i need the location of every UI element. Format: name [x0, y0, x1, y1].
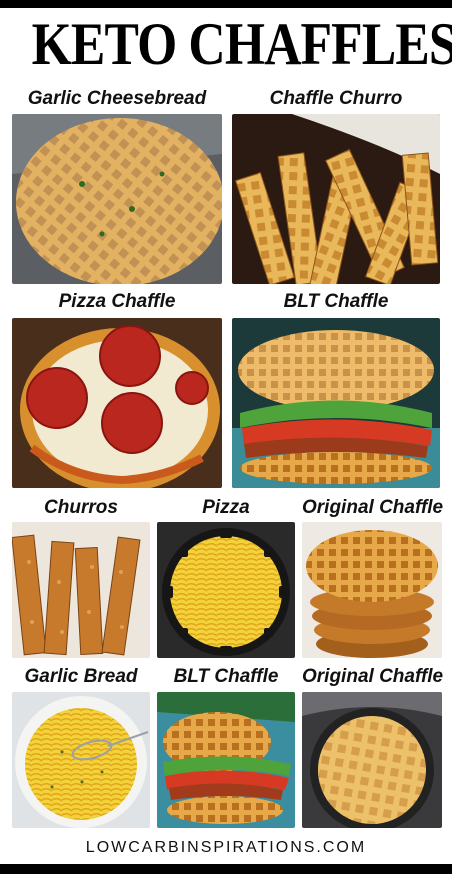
caption-original-chaffle-2: Original Chaffle [302, 666, 444, 687]
caption-garlic-cheesebread: Garlic Cheesebread [27, 88, 207, 109]
photo-blt-chaffle-2 [157, 692, 295, 828]
caption-blt-chaffle: BLT Chaffle [283, 291, 389, 312]
caption-churros: Churros [44, 497, 118, 518]
photo-garlic-cheesebread [12, 114, 222, 284]
photo-pizza-chaffle [12, 318, 222, 488]
photo-original-chaffle-stack [302, 522, 442, 658]
page-title: KETO CHAFFLES [31, 11, 452, 77]
caption-chaffle-churro: Chaffle Churro [269, 88, 403, 109]
photo-garlic-bread [12, 692, 150, 828]
photo-original-chaffle-maker [302, 692, 442, 828]
caption-pizza-chaffle: Pizza Chaffle [58, 291, 176, 312]
caption-garlic-bread: Garlic Bread [24, 666, 138, 687]
photo-pizza [157, 522, 295, 658]
footer-website: LOWCARBINSPIRATIONS.COM [85, 839, 367, 856]
bottom-border-bar [0, 864, 452, 874]
top-border-bar [0, 0, 452, 8]
caption-pizza: Pizza [202, 497, 250, 518]
photo-blt-chaffle [232, 318, 440, 488]
caption-original-chaffle: Original Chaffle [302, 497, 444, 518]
photo-chaffle-churro [232, 114, 440, 284]
caption-blt-chaffle-2: BLT Chaffle [173, 666, 279, 687]
photo-churros [12, 522, 150, 658]
